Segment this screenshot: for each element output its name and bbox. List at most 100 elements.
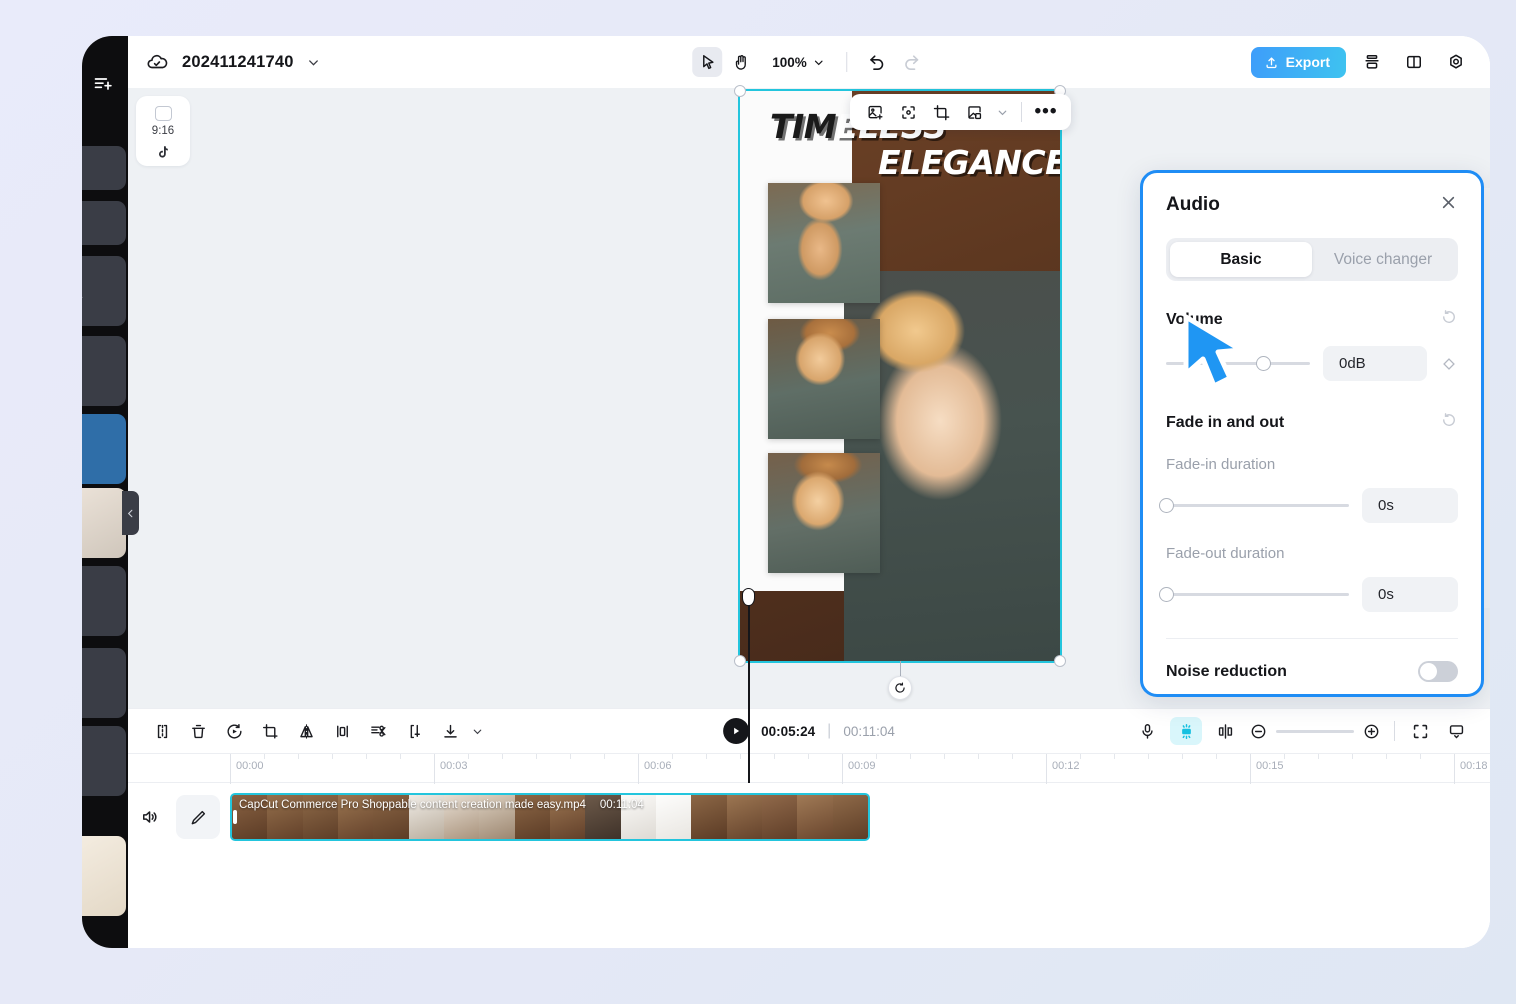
list-item-thumbnail[interactable] [82,836,126,916]
hand-tool[interactable] [726,47,756,77]
volume-value[interactable]: 0dB [1323,346,1427,381]
fade-in-slider-knob[interactable] [1159,498,1174,513]
list-item[interactable] [82,201,126,245]
split-layout-icon[interactable] [1398,46,1430,78]
gear-icon[interactable] [1440,46,1472,78]
audio-panel-header: Audio [1143,173,1481,218]
reset-icon[interactable] [1440,411,1458,434]
fit-to-frame-icon[interactable] [895,99,921,125]
list-item[interactable] [82,414,126,484]
reset-icon[interactable] [1440,308,1458,331]
chevron-down-icon[interactable] [994,106,1010,119]
noise-reduction-row: Noise reduction [1143,661,1481,682]
add-keyframe-icon[interactable] [396,714,432,748]
more-options-button[interactable]: ••• [1033,99,1059,125]
add-image-icon[interactable] [862,99,888,125]
timeline-clip[interactable]: CapCut Commerce Pro Shoppable content cr… [230,793,870,841]
ruler-minor-tick [570,754,571,759]
plus-circle-icon[interactable] [1362,722,1381,741]
clip-name: CapCut Commerce Pro Shoppable content cr… [239,799,586,811]
reverse-icon[interactable] [216,714,252,748]
auto-captions-icon[interactable] [1170,717,1202,745]
microphone-icon[interactable] [1129,714,1165,748]
split-clip-icon[interactable] [1207,714,1243,748]
fit-timeline-icon[interactable] [1402,714,1438,748]
add-to-list-icon[interactable] [90,74,116,94]
selection-handle-tl[interactable] [734,85,746,97]
ruler-tick: 00:15 [1250,754,1284,784]
ruler-tick: 00:12 [1046,754,1080,784]
playhead-handle[interactable] [742,588,755,606]
remove-background-icon[interactable] [961,99,987,125]
list-item[interactable] [82,256,126,326]
preview-screen-icon[interactable] [1438,714,1474,748]
download-icon[interactable] [432,714,468,748]
video-preview[interactable]: TIMELESS ELEGANCE [740,91,1060,661]
video-title-line-2: ELEGANCE [878,143,1060,182]
list-item[interactable] [82,648,126,718]
tab-basic[interactable]: Basic [1170,242,1312,277]
tab-voice-changer[interactable]: Voice changer [1312,242,1454,277]
upload-icon [1264,55,1279,70]
list-item[interactable] [82,566,126,636]
export-button-label: Export [1286,54,1330,70]
top-toolbar: 202411241740 100% [128,36,1490,88]
crop-icon[interactable] [252,714,288,748]
delete-icon[interactable] [180,714,216,748]
pencil-icon[interactable] [176,795,220,839]
fade-out-slider-row: 0s [1143,577,1481,612]
fade-in-slider[interactable] [1166,504,1349,507]
fade-out-value[interactable]: 0s [1362,577,1458,612]
list-item[interactable] [82,726,126,796]
fade-out-slider-knob[interactable] [1159,587,1174,602]
undo-button[interactable] [862,47,892,77]
ruler-minor-tick [876,754,877,759]
close-icon[interactable] [1438,192,1459,218]
volume-slider-knob[interactable] [1256,356,1271,371]
selection-handle-bl[interactable] [734,655,746,667]
selection-handle-br[interactable] [1054,655,1066,667]
redo-button[interactable] [896,47,926,77]
fade-out-slider[interactable] [1166,593,1349,596]
playhead-line [748,589,750,783]
ruler-tick: 00:18 [1454,754,1488,784]
zoom-slider-track[interactable] [1276,730,1354,733]
timeline-right-tools [1129,714,1474,748]
layers-icon[interactable] [1356,46,1388,78]
export-button[interactable]: Export [1251,47,1346,78]
freeze-icon[interactable] [324,714,360,748]
select-tool[interactable] [692,47,722,77]
timeline-ruler[interactable]: 00:00 00:03 00:06 00:09 [128,753,1490,783]
clip-trim-handle-left[interactable] [233,810,237,824]
ruler-minor-tick [298,754,299,759]
minus-circle-icon[interactable] [1249,722,1268,741]
volume-icon[interactable] [134,801,166,833]
ruler-tick: 00:09 [842,754,876,784]
fade-section-header: Fade in and out [1143,411,1481,434]
ruler-minor-tick [366,754,367,759]
volume-slider[interactable] [1166,362,1310,365]
crop-icon[interactable] [928,99,954,125]
play-icon[interactable] [723,718,749,744]
fade-in-value[interactable]: 0s [1362,488,1458,523]
cut-scissors-icon[interactable] [360,714,396,748]
chevron-down-icon[interactable] [306,55,321,70]
list-item[interactable] [82,146,126,190]
zoom-level-dropdown[interactable]: 100% [772,55,825,70]
chevron-down-icon[interactable] [468,714,486,748]
aspect-ratio-card[interactable]: 9:16 [136,96,190,166]
rotate-stalk [900,661,901,677]
keyframe-diamond-icon[interactable] [1440,355,1458,373]
ruler-minor-tick [1012,754,1013,759]
list-item-thumbnail[interactable] [82,488,126,558]
mirror-icon[interactable] [288,714,324,748]
editor-root: 202411241740 100% [128,36,1490,948]
split-icon[interactable] [144,714,180,748]
video-title-dark: TIM [770,107,836,146]
list-item[interactable] [82,336,126,406]
rotate-icon[interactable] [888,676,912,700]
timeline-zoom-slider[interactable] [1249,722,1381,741]
video-inset-panel [768,453,880,573]
collapse-rail-button[interactable] [122,491,139,535]
noise-reduction-toggle[interactable] [1418,661,1458,682]
